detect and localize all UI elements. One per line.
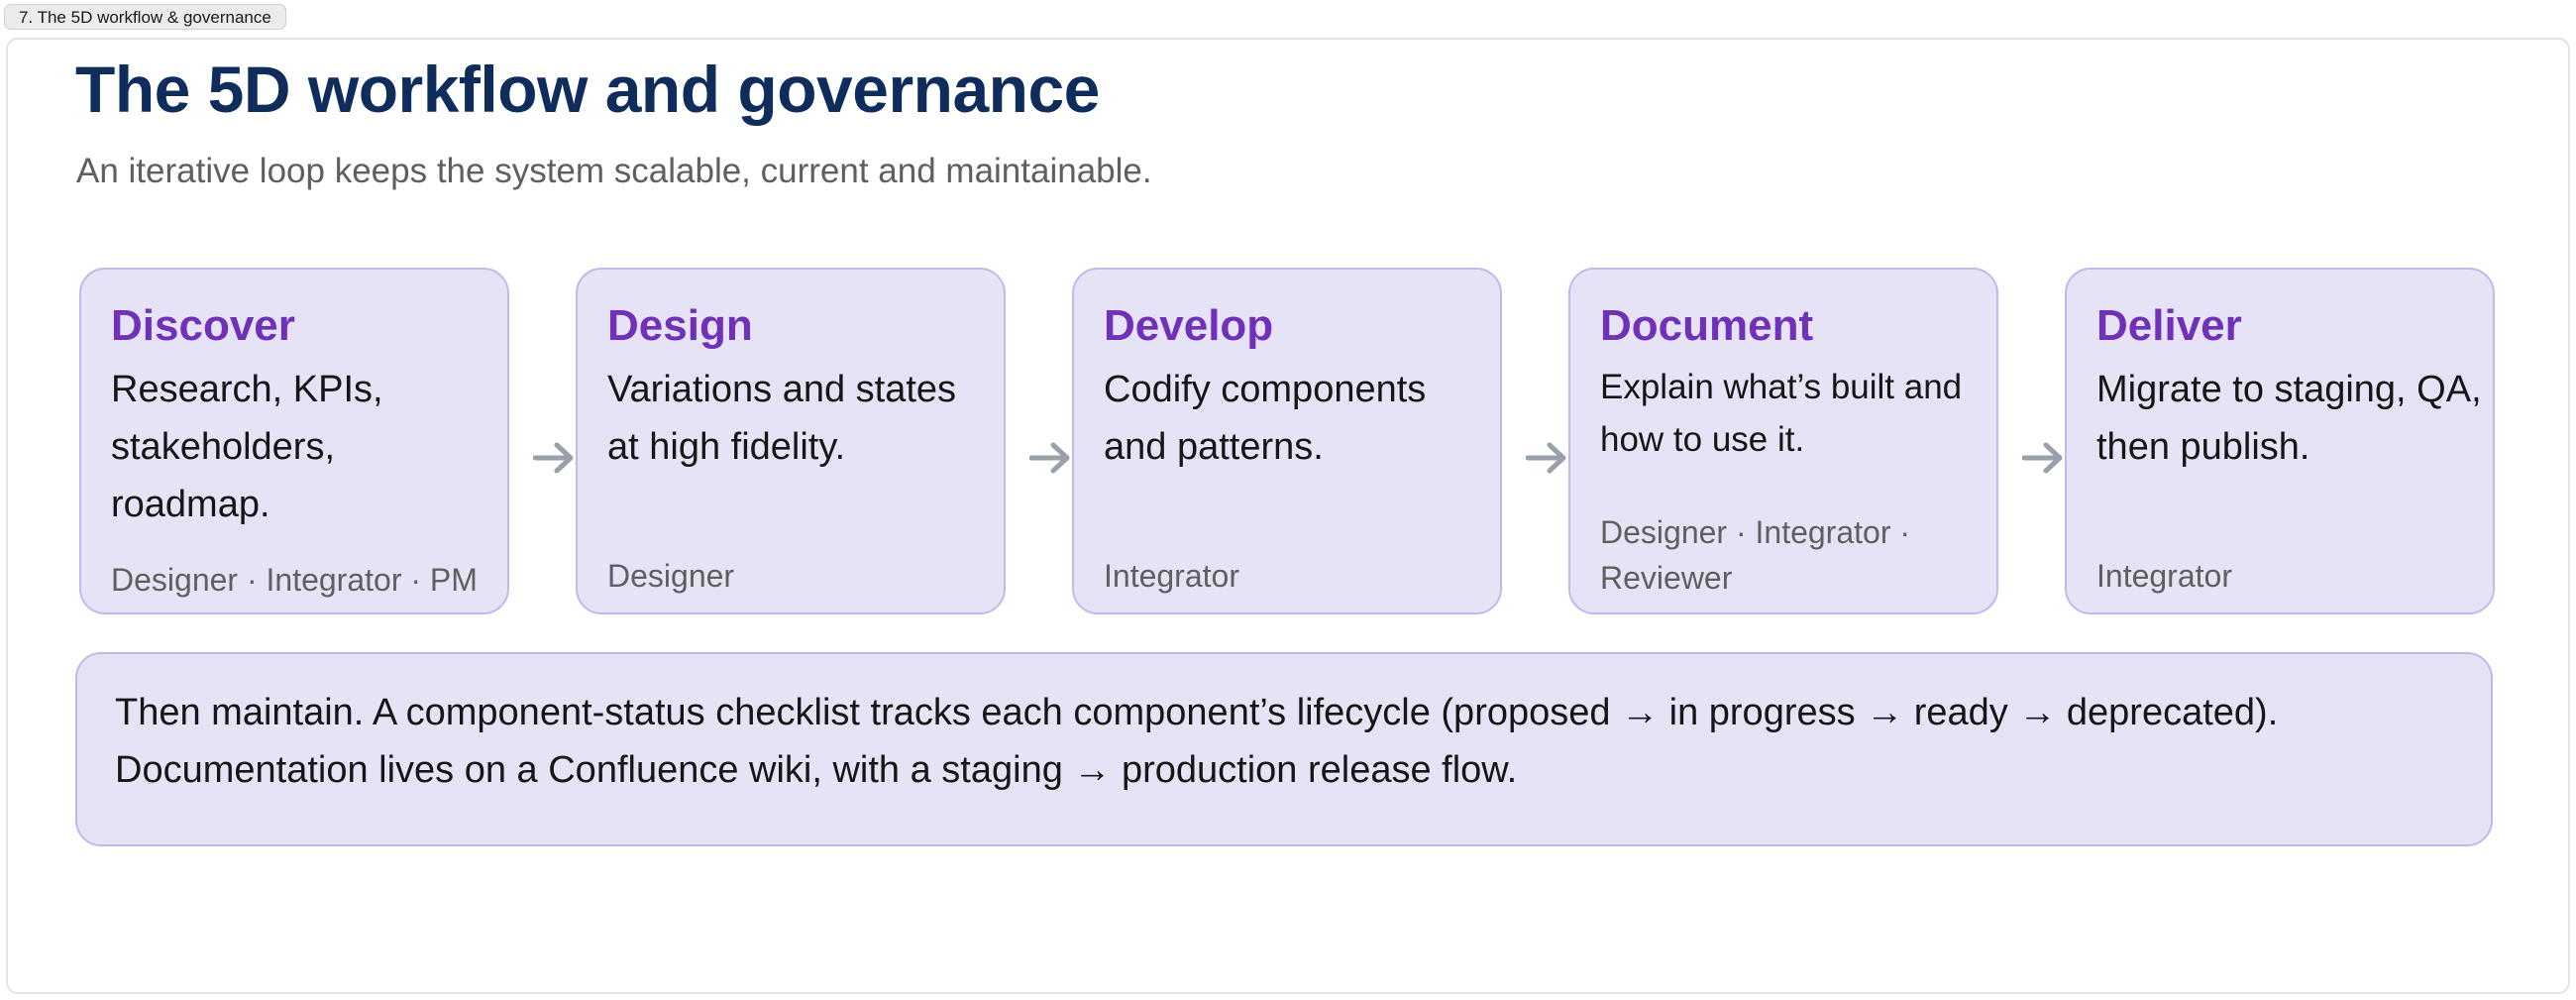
step-roles: Designer · Integrator · Reviewer bbox=[1600, 514, 1911, 596]
step-description: Migrate to staging, QA, then publish. bbox=[2096, 369, 2482, 468]
step-card-document: Document Explain what’s built and how to… bbox=[1568, 268, 1998, 614]
step-description: Explain what’s built and how to use it. bbox=[1600, 368, 1963, 459]
maintain-note-line: Then maintain. A component-status checkl… bbox=[115, 692, 2279, 733]
step-roles: Designer bbox=[607, 558, 735, 594]
step-roles: Designer · Integrator · PM bbox=[111, 562, 478, 598]
maintain-note-line: Documentation lives on a Confluence wiki… bbox=[115, 749, 1518, 791]
step-roles: Integrator bbox=[2096, 558, 2232, 594]
step-card-deliver: Deliver Migrate to staging, QA, then pub… bbox=[2065, 268, 2495, 614]
step-description: Codify components and patterns. bbox=[1104, 369, 1427, 468]
step-roles: Integrator bbox=[1104, 558, 1239, 594]
slide-tab-label[interactable]: 7. The 5D workflow & governance bbox=[4, 4, 286, 30]
step-description: Variations and states at high fidelity. bbox=[607, 369, 957, 468]
step-card-discover: Discover Research, KPIs, stakeholders, r… bbox=[79, 268, 509, 614]
page-subtitle: An iterative loop keeps the system scala… bbox=[76, 152, 1152, 190]
step-title: Document bbox=[1600, 301, 1814, 350]
step-title: Develop bbox=[1104, 301, 1274, 350]
arrow-right-icon bbox=[2022, 442, 2063, 474]
arrow-right-icon bbox=[533, 442, 574, 474]
step-description: Research, KPIs, stakeholders, roadmap. bbox=[111, 369, 383, 525]
step-card-develop: Develop Codify components and patterns. … bbox=[1072, 268, 1502, 614]
step-title: Deliver bbox=[2096, 301, 2242, 350]
step-title: Discover bbox=[111, 301, 295, 350]
arrow-right-icon bbox=[1029, 442, 1070, 474]
arrow-right-icon bbox=[1526, 442, 1566, 474]
step-card-design: Design Variations and states at high fid… bbox=[576, 268, 1006, 614]
page-title: The 5D workflow and governance bbox=[75, 53, 1100, 126]
maintain-note: Then maintain. A component-status checkl… bbox=[75, 652, 2493, 846]
step-title: Design bbox=[607, 301, 753, 350]
